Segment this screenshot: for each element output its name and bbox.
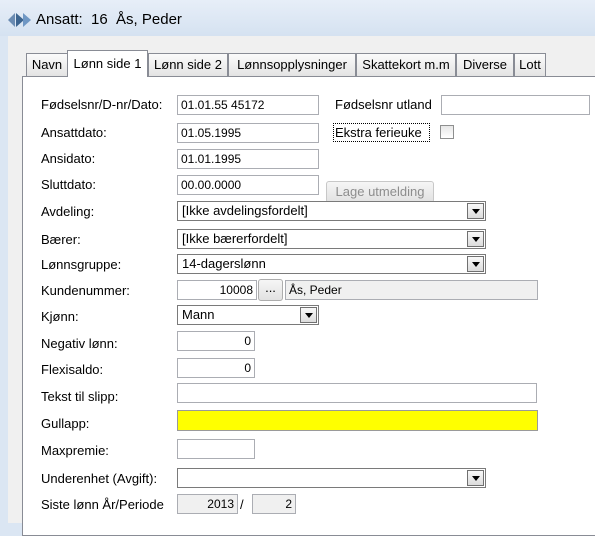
kundenummer-label: Kundenummer: [41, 283, 130, 298]
tekst-til-slipp-field[interactable] [177, 383, 537, 403]
app-logo-icon [8, 13, 31, 27]
flexisaldo-field[interactable]: 0 [177, 358, 255, 378]
tab-lonnsopplysninger[interactable]: Lønnsopplysninger [228, 53, 356, 76]
ansidato-field[interactable]: 01.01.1995 [177, 149, 319, 169]
siste-lonn-period-field: 2 [252, 494, 296, 514]
lonnsgruppe-value: 14-dagerslønn [182, 256, 266, 271]
maxpremie-field[interactable] [177, 439, 255, 459]
tab-navn[interactable]: Navn [26, 53, 68, 76]
ekstra-ferieuke-label[interactable]: Ekstra ferieuke [335, 125, 422, 140]
negativ-lonn-field[interactable]: 0 [177, 331, 255, 351]
chevron-down-icon[interactable] [467, 231, 484, 247]
kundenummer-field[interactable]: 10008 [177, 280, 257, 300]
maxpremie-label: Maxpremie: [41, 443, 109, 458]
kjonn-value: Mann [182, 307, 215, 322]
kundenummer-lookup-button[interactable]: ... [258, 279, 283, 301]
negativ-lonn-label: Negativ lønn: [41, 336, 118, 351]
gullapp-label: Gullapp: [41, 416, 90, 431]
siste-lonn-separator: / [240, 497, 244, 512]
lonnsgruppe-label: Lønnsgruppe: [41, 257, 122, 272]
avdeling-dropdown[interactable]: [Ikke avdelingsfordelt] [177, 201, 486, 221]
kundenummer-name-field: Ås, Peder [285, 280, 538, 300]
ekstra-ferieuke-checkbox[interactable] [440, 125, 454, 139]
underenhet-dropdown[interactable] [177, 468, 486, 488]
chevron-down-icon[interactable] [300, 307, 317, 323]
sluttdato-label: Sluttdato: [41, 177, 96, 192]
fodselsnr-field[interactable]: 01.01.55 45172 [177, 95, 319, 115]
sluttdato-field[interactable]: 00.00.0000 [177, 175, 319, 195]
ansidato-label: Ansidato: [41, 151, 96, 166]
lage-utmelding-button[interactable]: Lage utmelding [326, 181, 434, 203]
baerer-dropdown[interactable]: [Ikke bærerfordelt] [177, 229, 486, 249]
lonnsgruppe-dropdown[interactable]: 14-dagerslønn [177, 254, 486, 274]
chevron-down-icon[interactable] [467, 470, 484, 486]
baerer-label: Bærer: [41, 232, 81, 247]
window-title: Ansatt: 16 Ås, Peder [36, 11, 182, 28]
fodselsnr-label: Fødselsnr/D-nr/Dato: [41, 97, 163, 112]
avdeling-value: [Ikke avdelingsfordelt] [182, 203, 308, 218]
tab-lonn-side-2[interactable]: Lønn side 2 [148, 53, 228, 76]
baerer-value: [Ikke bærerfordelt] [182, 231, 288, 246]
siste-lonn-label: Siste lønn År/Periode [41, 497, 164, 512]
fodselsnr-utland-field[interactable] [441, 95, 590, 115]
fodselsnr-utland-label: Fødselsnr utland [335, 97, 432, 112]
title-bar: Ansatt: 16 Ås, Peder [0, 0, 595, 36]
gullapp-field[interactable] [177, 410, 538, 431]
ansattdato-label: Ansattdato: [41, 125, 107, 140]
tab-lott[interactable]: Lott [514, 53, 546, 76]
kjonn-dropdown[interactable]: Mann [177, 305, 319, 325]
tab-diverse[interactable]: Diverse [456, 53, 514, 76]
flexisaldo-label: Flexisaldo: [41, 362, 104, 377]
underenhet-label: Underenhet (Avgift): [41, 471, 158, 486]
tab-lonn-side-1[interactable]: Lønn side 1 [67, 50, 148, 77]
chevron-down-icon[interactable] [467, 256, 484, 272]
avdeling-label: Avdeling: [41, 204, 95, 219]
tekst-til-slipp-label: Tekst til slipp: [41, 389, 119, 404]
chevron-down-icon[interactable] [467, 203, 484, 219]
siste-lonn-year-field: 2013 [177, 494, 238, 514]
tab-skattekort[interactable]: Skattekort m.m [356, 53, 456, 76]
kjonn-label: Kjønn: [41, 309, 79, 324]
ansattdato-field[interactable]: 01.05.1995 [177, 123, 319, 143]
